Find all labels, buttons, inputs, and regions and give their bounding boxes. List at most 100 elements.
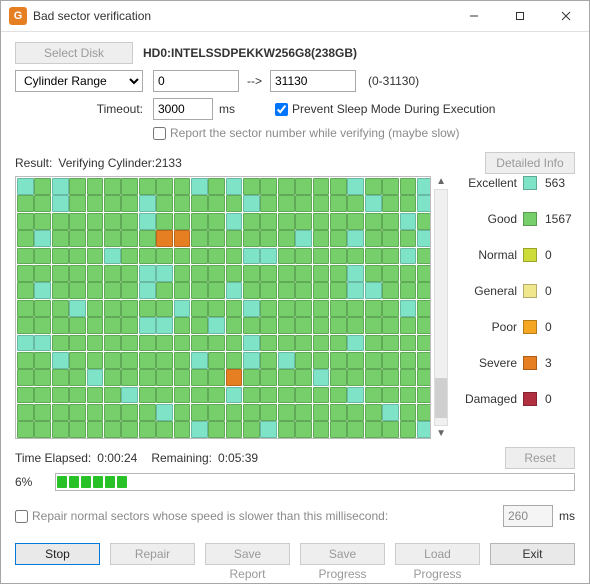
sector-cell bbox=[174, 404, 191, 421]
sector-cell bbox=[278, 369, 295, 386]
sector-cell bbox=[208, 404, 225, 421]
scroll-thumb[interactable] bbox=[435, 378, 447, 418]
sector-cell bbox=[260, 213, 277, 230]
legend-name: Normal bbox=[478, 248, 517, 262]
scroll-track[interactable] bbox=[434, 189, 448, 426]
sector-cell bbox=[121, 352, 138, 369]
detailed-info-button[interactable]: Detailed Info bbox=[485, 152, 575, 174]
legend-count: 3 bbox=[545, 356, 575, 370]
sector-cell bbox=[243, 404, 260, 421]
reset-button[interactable]: Reset bbox=[505, 447, 575, 469]
select-disk-button[interactable]: Select Disk bbox=[15, 42, 133, 64]
sector-cell bbox=[295, 230, 312, 247]
exit-button[interactable]: Exit bbox=[490, 543, 575, 565]
sector-cell bbox=[295, 352, 312, 369]
sector-cell bbox=[208, 213, 225, 230]
sector-cell bbox=[52, 248, 69, 265]
timeout-input[interactable] bbox=[153, 98, 213, 120]
sector-cell bbox=[121, 404, 138, 421]
legend-count: 0 bbox=[545, 320, 575, 334]
minimize-icon bbox=[469, 11, 479, 21]
sector-cell bbox=[87, 352, 104, 369]
sector-cell bbox=[17, 282, 34, 299]
sector-cell bbox=[208, 265, 225, 282]
save-progress-button[interactable]: Save Progress bbox=[300, 543, 385, 565]
scroll-down-icon[interactable]: ▼ bbox=[436, 428, 446, 439]
sector-cell bbox=[226, 178, 243, 195]
load-progress-button[interactable]: Load Progress bbox=[395, 543, 480, 565]
sector-cell bbox=[313, 195, 330, 212]
sector-cell bbox=[121, 230, 138, 247]
sector-cell bbox=[104, 317, 121, 334]
close-icon bbox=[561, 11, 571, 21]
sector-cell bbox=[417, 230, 431, 247]
sector-cell bbox=[87, 195, 104, 212]
sector-cell bbox=[191, 352, 208, 369]
sector-cell bbox=[104, 178, 121, 195]
sector-cell bbox=[226, 317, 243, 334]
sector-cell bbox=[313, 213, 330, 230]
sector-cell bbox=[347, 387, 364, 404]
report-sector-input[interactable] bbox=[153, 127, 166, 140]
sector-cell bbox=[278, 421, 295, 438]
report-sector-checkbox[interactable]: Report the sector number while verifying… bbox=[153, 126, 459, 140]
sector-cell bbox=[295, 213, 312, 230]
legend-swatch-normal bbox=[523, 248, 537, 262]
sector-cell bbox=[226, 387, 243, 404]
sector-cell bbox=[87, 300, 104, 317]
sector-cell bbox=[382, 404, 399, 421]
sector-cell bbox=[191, 421, 208, 438]
sector-cell bbox=[365, 335, 382, 352]
maximize-button[interactable] bbox=[497, 1, 543, 31]
minimize-button[interactable] bbox=[451, 1, 497, 31]
sector-cell bbox=[365, 230, 382, 247]
legend-swatch-excellent bbox=[523, 176, 537, 190]
sector-cell bbox=[417, 248, 431, 265]
window-title: Bad sector verification bbox=[33, 9, 151, 23]
scroll-up-icon[interactable]: ▲ bbox=[436, 176, 446, 187]
sector-cell bbox=[17, 421, 34, 438]
sector-cell bbox=[417, 352, 431, 369]
sector-cell bbox=[400, 213, 417, 230]
timeout-label: Timeout: bbox=[15, 102, 143, 116]
sector-cell bbox=[87, 178, 104, 195]
repair-speed-input[interactable] bbox=[15, 510, 28, 523]
sector-cell bbox=[243, 421, 260, 438]
sector-cell bbox=[191, 387, 208, 404]
result-status-label: Verifying Cylinder:2133 bbox=[58, 156, 181, 170]
sector-cell bbox=[243, 387, 260, 404]
sector-cell bbox=[295, 265, 312, 282]
range-start-input[interactable] bbox=[153, 70, 239, 92]
save-report-button[interactable]: Save Report bbox=[205, 543, 290, 565]
repair-button[interactable]: Repair bbox=[110, 543, 195, 565]
repair-speed-value-input[interactable] bbox=[503, 505, 553, 527]
range-mode-select[interactable]: Cylinder Range bbox=[15, 70, 143, 92]
sector-cell bbox=[139, 404, 156, 421]
repair-speed-checkbox[interactable]: Repair normal sectors whose speed is slo… bbox=[15, 509, 388, 523]
sector-cell bbox=[330, 248, 347, 265]
sector-cell bbox=[295, 178, 312, 195]
sector-cell bbox=[156, 195, 173, 212]
sector-cell bbox=[17, 248, 34, 265]
sector-cell bbox=[17, 178, 34, 195]
repair-speed-label: Repair normal sectors whose speed is slo… bbox=[32, 509, 388, 523]
titlebar: G Bad sector verification bbox=[1, 1, 589, 32]
prevent-sleep-input[interactable] bbox=[275, 103, 288, 116]
sector-cell bbox=[295, 195, 312, 212]
stop-button[interactable]: Stop bbox=[15, 543, 100, 565]
grid-scrollbar[interactable]: ▲ ▼ bbox=[433, 176, 449, 439]
range-end-input[interactable] bbox=[270, 70, 356, 92]
legend-swatch-general bbox=[523, 284, 537, 298]
legend-count: 0 bbox=[545, 392, 575, 406]
sector-cell bbox=[330, 421, 347, 438]
sector-cell bbox=[400, 317, 417, 334]
sector-cell bbox=[104, 335, 121, 352]
sector-cell bbox=[226, 213, 243, 230]
sector-cell bbox=[347, 317, 364, 334]
close-button[interactable] bbox=[543, 1, 589, 31]
sector-cell bbox=[260, 195, 277, 212]
sector-cell bbox=[69, 213, 86, 230]
sector-cell bbox=[243, 300, 260, 317]
sector-cell bbox=[400, 178, 417, 195]
prevent-sleep-checkbox[interactable]: Prevent Sleep Mode During Execution bbox=[275, 102, 495, 116]
